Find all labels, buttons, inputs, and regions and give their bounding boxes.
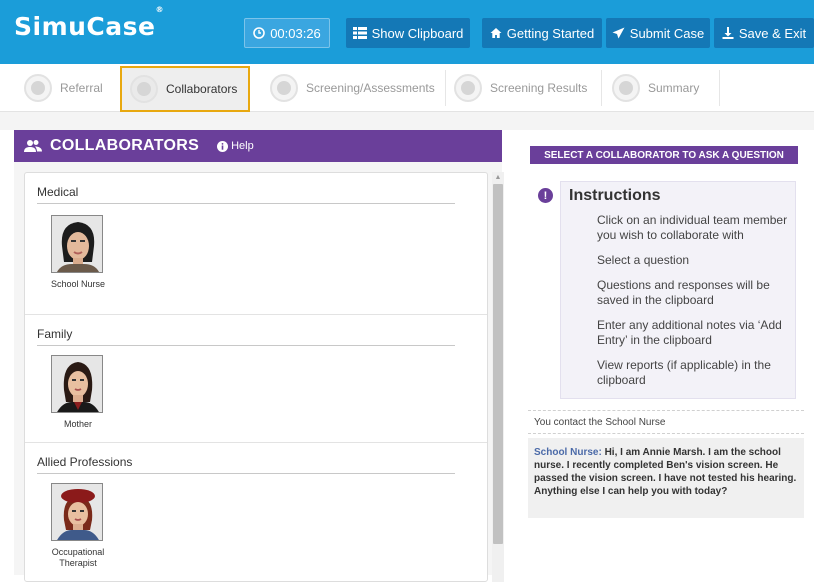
collaborator-group-medical: Medical School Nurse [25, 173, 487, 315]
group-title: Family [37, 327, 73, 341]
collaborator-group-family: Family Mother [25, 315, 487, 443]
home-icon [490, 28, 502, 38]
question-panel-header: SELECT A COLLABORATOR TO ASK A QUESTION [530, 146, 798, 164]
referral-icon [24, 74, 52, 102]
occupational-therapist-avatar[interactable] [51, 483, 103, 541]
instructions-box: Instructions Click on an individual team… [560, 181, 796, 399]
submit-case-button[interactable]: Submit Case [606, 18, 710, 48]
top-bar: SimuCase® 00:03:26 Show Clipboard Gettin… [0, 0, 814, 64]
simucase-logo: SimuCase® [14, 4, 164, 41]
collaborators-scrollbar[interactable]: ▲ [492, 172, 504, 582]
collaborators-panel: COLLABORATORS Help Medical School Nurse … [14, 130, 504, 582]
show-clipboard-button[interactable]: Show Clipboard [346, 18, 470, 48]
collaborators-list: Medical School Nurse Family Mother Allie… [24, 172, 488, 582]
timer-display: 00:03:26 [244, 18, 330, 48]
step-screening-assessments[interactable]: Screening/Assessments [262, 70, 446, 106]
contact-status: You contact the School Nurse [528, 410, 804, 434]
save-exit-button[interactable]: Save & Exit [714, 18, 814, 48]
instruction-item: Questions and responses will be saved in… [597, 278, 770, 307]
collaborators-icon [130, 75, 158, 103]
scroll-thumb[interactable] [493, 184, 503, 544]
getting-started-button[interactable]: Getting Started [482, 18, 602, 48]
instruction-item: Enter any additional notes via ‘Add Entr… [597, 318, 782, 347]
screening-results-icon [454, 74, 482, 102]
school-nurse-avatar[interactable] [51, 215, 103, 273]
collaborator-group-allied-professions: Allied Professions Occupational Therapis… [25, 443, 487, 581]
download-icon [722, 27, 734, 39]
list-icon [352, 27, 367, 39]
step-referral[interactable]: Referral [16, 70, 122, 106]
instruction-item: View reports (if applicable) in the clip… [597, 358, 771, 387]
instructions-title: Instructions [569, 187, 661, 204]
mother-avatar[interactable] [51, 355, 103, 413]
clock-icon [253, 27, 265, 39]
response-speaker: School Nurse: [534, 447, 602, 458]
send-icon [612, 27, 625, 39]
group-title: Allied Professions [37, 455, 133, 469]
content-divider [0, 112, 814, 130]
occupational-therapist-label: Occupational Therapist [51, 547, 105, 568]
scroll-up-arrow-icon[interactable]: ▲ [493, 174, 503, 184]
step-summary[interactable]: Summary [604, 70, 720, 106]
info-icon [217, 140, 229, 152]
instruction-item: Select a question [597, 253, 690, 267]
step-navigation: Referral Collaborators Screening/Assessm… [0, 64, 814, 112]
step-screening-results[interactable]: Screening Results [446, 70, 602, 106]
mother-label: Mother [63, 419, 92, 429]
summary-icon [612, 74, 640, 102]
screening-assessments-icon [270, 74, 298, 102]
question-panel: SELECT A COLLABORATOR TO ASK A QUESTION … [514, 130, 814, 575]
school-nurse-label: School Nurse [50, 279, 106, 289]
collaborators-title: COLLABORATORS [50, 137, 200, 154]
users-icon [24, 140, 42, 152]
step-collaborators[interactable]: Collaborators [120, 66, 250, 112]
instructions: ! Instructions Click on an individual te… [530, 178, 796, 400]
group-title: Medical [37, 185, 79, 199]
help-link[interactable]: Help [217, 140, 254, 152]
exclamation-icon: ! [538, 188, 553, 203]
collaborator-response: School Nurse: Hi, I am Annie Marsh. I am… [528, 438, 804, 518]
instruction-item: Click on an individual team member you w… [597, 213, 788, 242]
collaborators-header: COLLABORATORS Help [14, 130, 502, 162]
